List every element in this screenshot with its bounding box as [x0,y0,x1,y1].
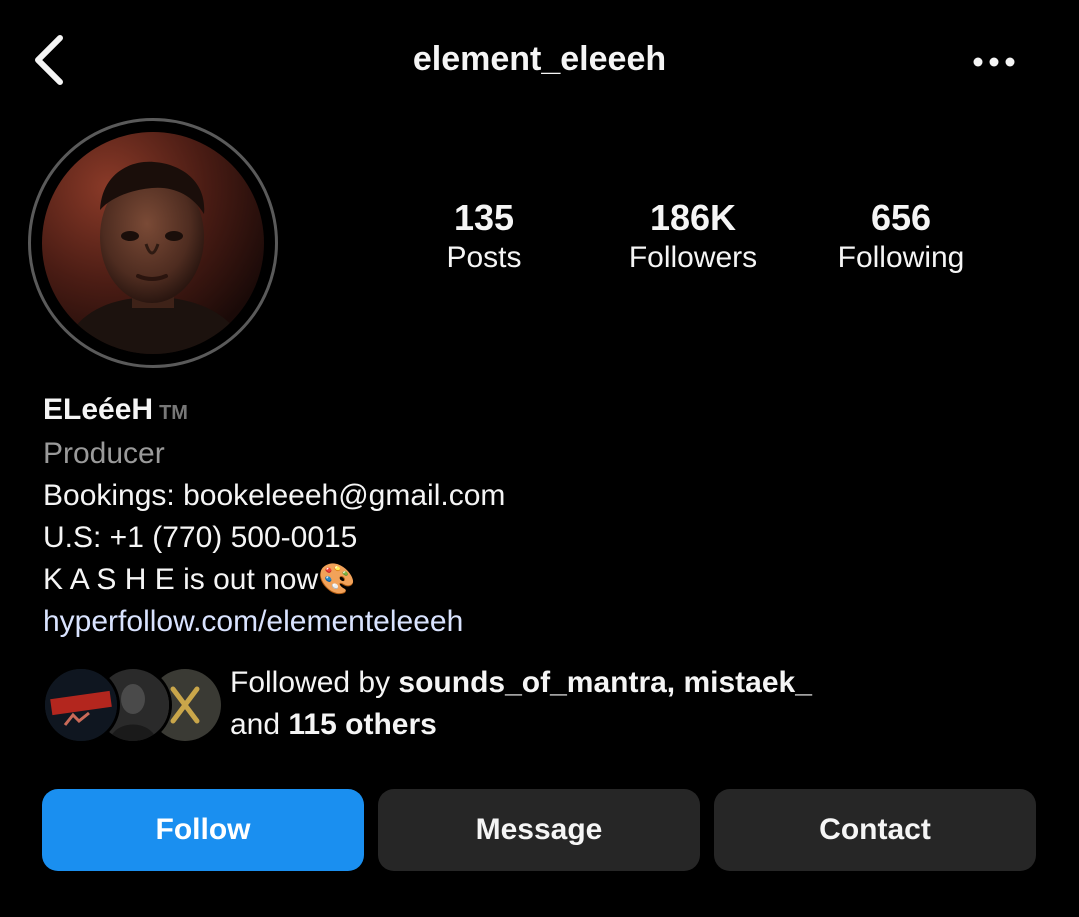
followers-count: 186K [649,197,737,238]
trademark-mark: TM [159,402,188,424]
mutual-avatar [42,666,120,744]
bio-bookings-line: Bookings: bookeleeeh@gmail.com [43,479,506,512]
profile-category: Producer [43,437,165,470]
profile-username: element_eleeeh [412,40,667,78]
display-name-row: ELeéeH TM [43,390,1043,433]
follow-button[interactable]: Follow [42,789,364,871]
followers-label: Followers [628,241,758,274]
followed-by-middle: and [230,708,289,741]
profile-avatar[interactable] [42,132,264,354]
contact-button[interactable]: Contact [714,789,1036,871]
posts-count: 135 [453,197,515,238]
posts-stat[interactable]: 135 Posts [394,196,574,276]
posts-label: Posts [446,241,522,274]
bio-external-link[interactable]: hyperfollow.com/elementeleeeh [43,601,1043,643]
back-button[interactable] [28,32,72,88]
bio-phone-line: U.S: +1 (770) 500-0015 [43,521,358,554]
more-options-button[interactable] [966,44,1022,80]
top-navigation-bar: element_eleeeh [0,0,1079,120]
following-label: Following [837,241,965,274]
more-horizontal-icon [973,57,1015,67]
display-name: ELeéeH [43,393,154,426]
followed-by-others: 115 others [288,708,437,741]
profile-bio: ELeéeH TM Producer Bookings: bookeleeeh@… [43,390,1043,643]
chevron-left-icon [35,35,63,85]
bio-release-line: K A S H E is out now🎨 [43,563,356,596]
followed-by-users: sounds_of_mantra, mistaek_ [398,666,812,699]
message-button[interactable]: Message [378,789,700,871]
mutual-followers-avatars [42,666,224,744]
followers-stat[interactable]: 186K Followers [603,196,783,276]
followed-by-prefix: Followed by [230,666,399,699]
followed-by-text: Followed by sounds_of_mantra, mistaek_ a… [230,662,812,746]
following-count: 656 [870,197,932,238]
followed-by-section[interactable]: Followed by sounds_of_mantra, mistaek_ a… [42,662,1042,746]
following-stat[interactable]: 656 Following [811,196,991,276]
